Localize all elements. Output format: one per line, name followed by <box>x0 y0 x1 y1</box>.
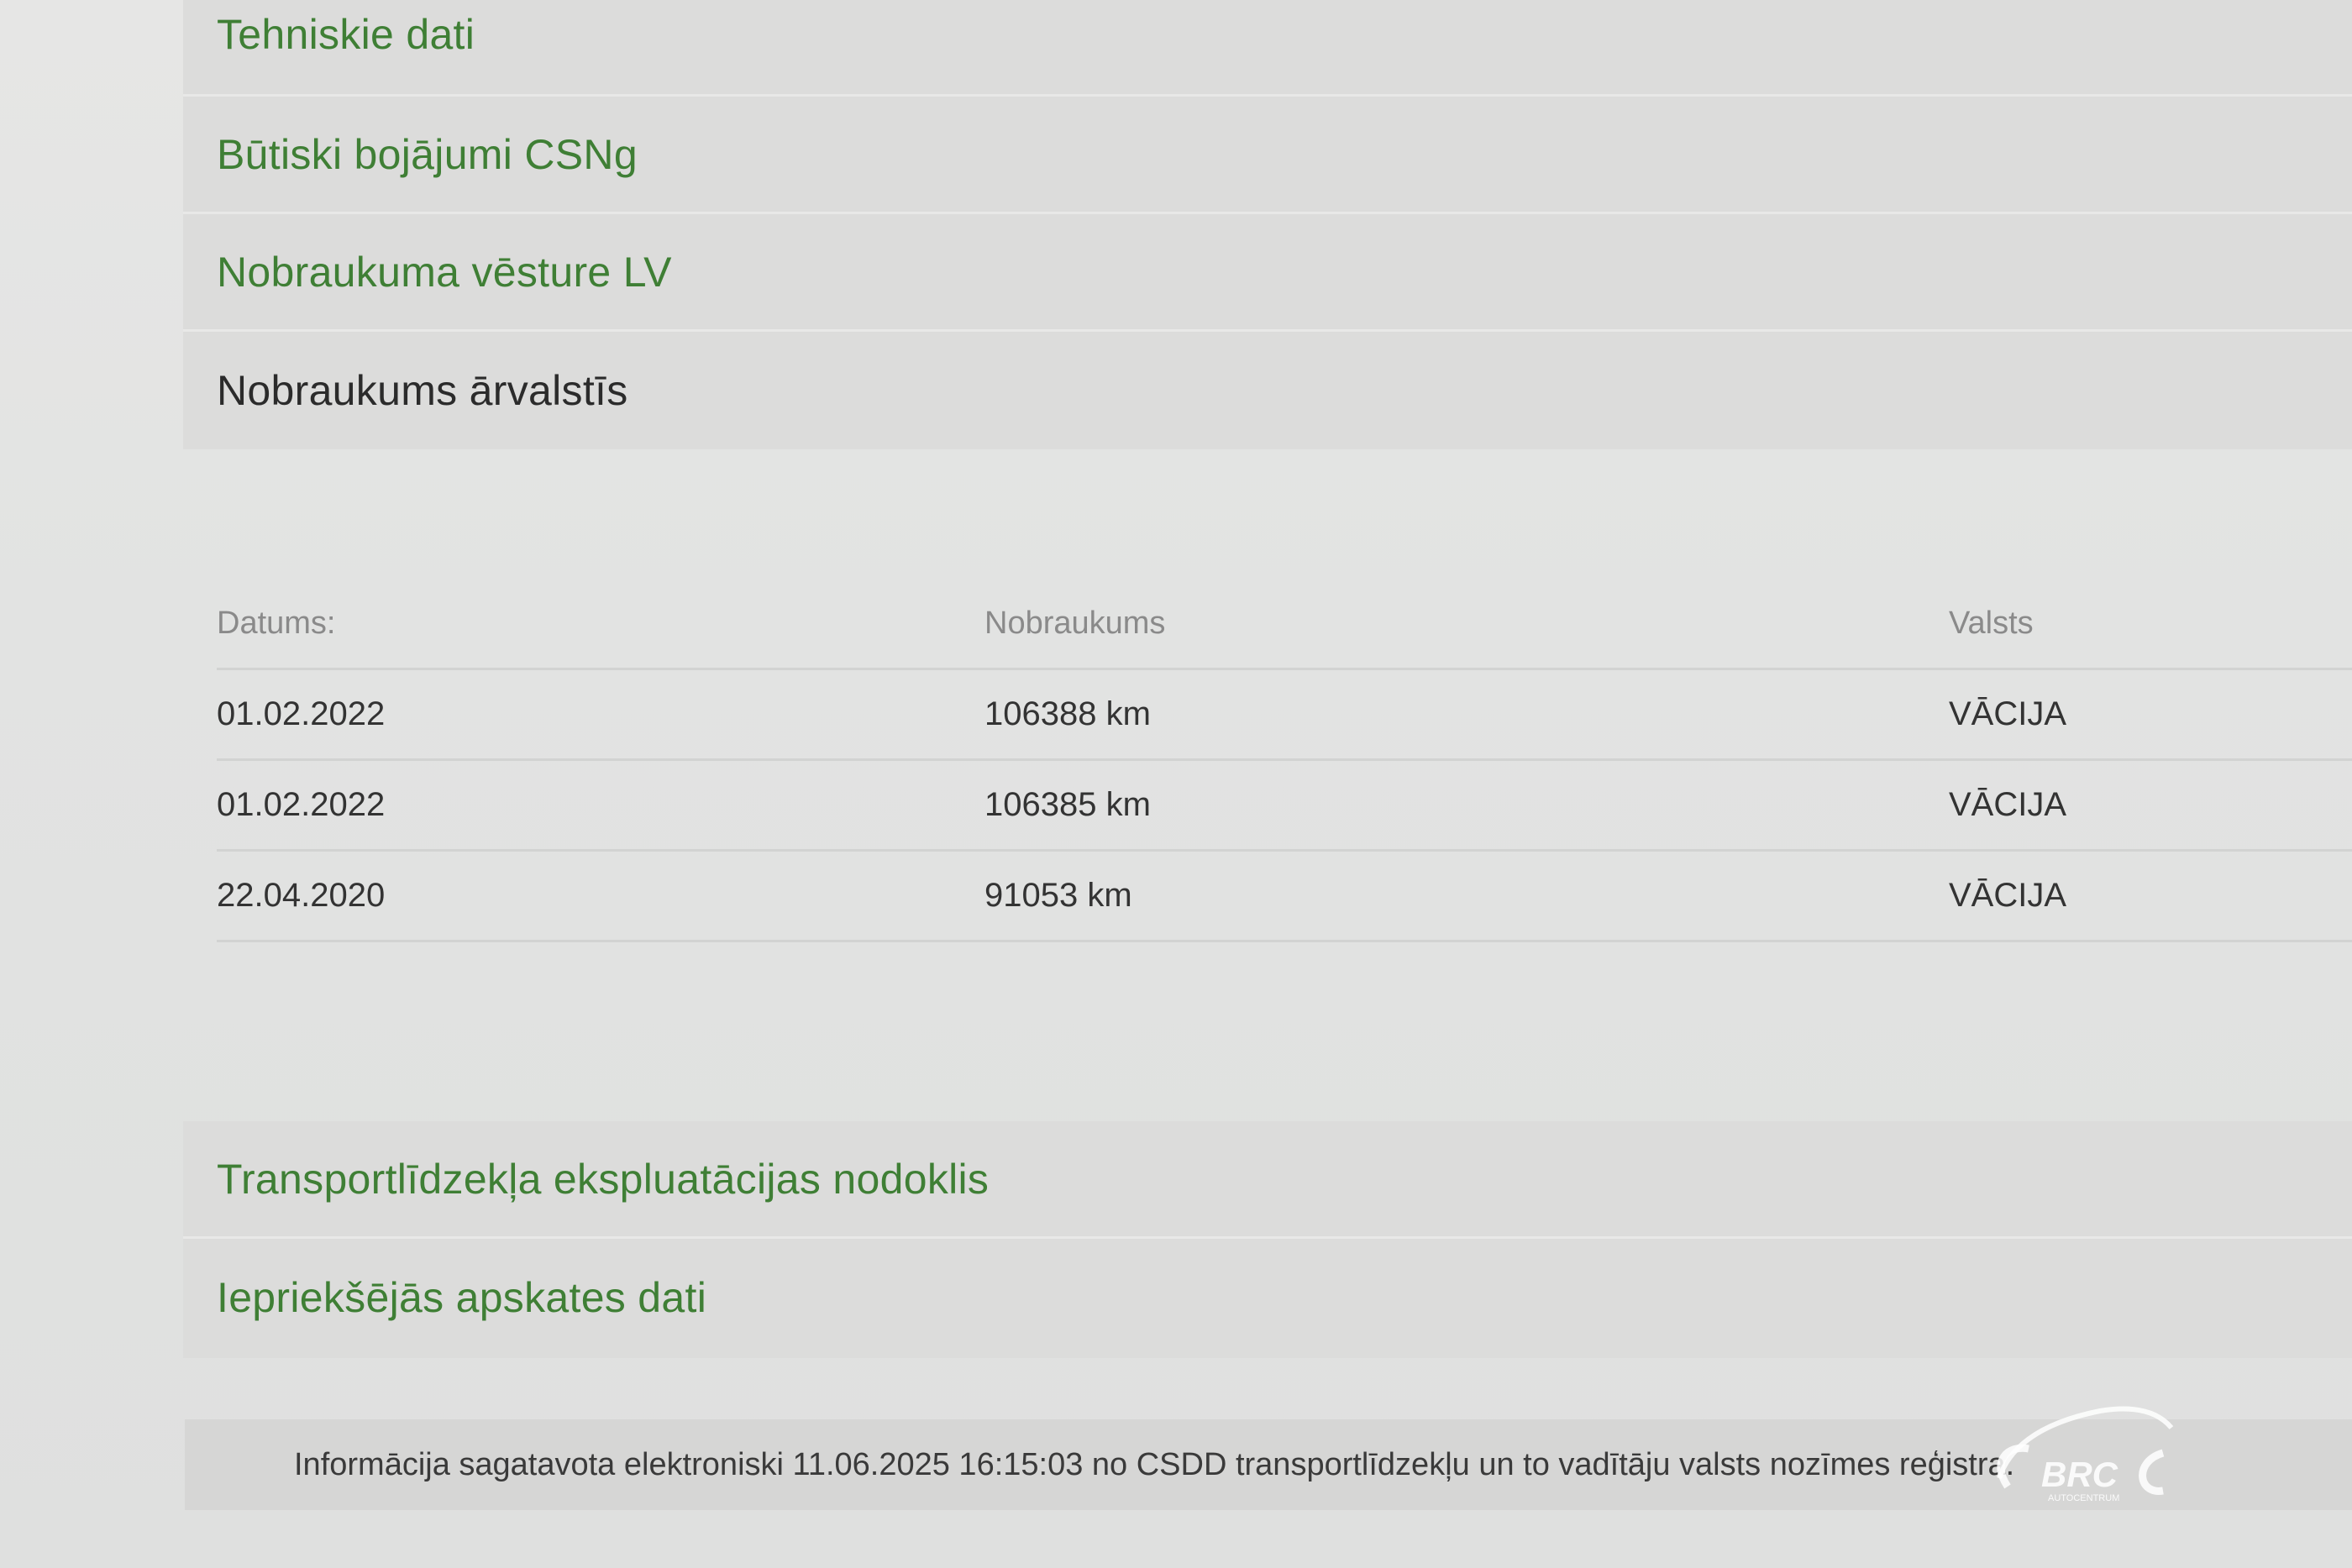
cell-country: VĀCIJA <box>1949 786 2067 823</box>
cell-mileage: 91053 km <box>984 877 1132 914</box>
accordion-item-mileage-history-lv[interactable]: Nobraukuma vēsture LV <box>183 214 2352 332</box>
accordion-bottom: Transportlīdzekļa ekspluatācijas nodokli… <box>183 1121 2352 1358</box>
header-mileage: Nobraukums <box>984 606 1166 641</box>
accordion-item-damages[interactable]: Būtiski bojājumi CSNg <box>183 97 2352 214</box>
accordion-item-label: Nobraukums ārvalstīs <box>217 367 628 414</box>
accordion-item-operation-tax[interactable]: Transportlīdzekļa ekspluatācijas nodokli… <box>183 1121 2352 1239</box>
table-header: Datums: Nobraukums Valsts <box>217 579 2352 670</box>
accordion-item-technical-data[interactable]: Tehniskie dati <box>183 0 2352 97</box>
accordion-top: Tehniskie dati Būtiski bojājumi CSNg Nob… <box>183 0 2352 449</box>
mileage-abroad-table: Datums: Nobraukums Valsts 01.02.2022 106… <box>217 579 2352 942</box>
table-row: 22.04.2020 91053 km VĀCIJA <box>217 852 2352 942</box>
cell-country: VĀCIJA <box>1949 695 2067 732</box>
brc-logo-watermark: BRC AUTOCENTRUM <box>1997 1406 2174 1503</box>
page: Tehniskie dati Būtiski bojājumi CSNg Nob… <box>0 0 2352 1568</box>
cell-date: 01.02.2022 <box>217 695 386 732</box>
footer-text: Informācija sagatavota elektroniski 11.0… <box>294 1446 2015 1482</box>
logo-sub-text: AUTOCENTRUM <box>2048 1493 2119 1503</box>
cell-date: 22.04.2020 <box>217 877 386 914</box>
accordion-item-label: Iepriekšējās apskates dati <box>217 1274 707 1321</box>
table-row: 01.02.2022 106385 km VĀCIJA <box>217 761 2352 852</box>
accordion-item-label: Transportlīdzekļa ekspluatācijas nodokli… <box>217 1155 990 1203</box>
accordion-item-label: Būtiski bojājumi CSNg <box>217 130 638 178</box>
accordion-item-mileage-abroad[interactable]: Nobraukums ārvalstīs <box>183 332 2352 449</box>
table-row: 01.02.2022 106388 km VĀCIJA <box>217 670 2352 761</box>
header-country: Valsts <box>1949 606 2034 641</box>
accordion-item-label: Nobraukuma vēsture LV <box>217 248 672 296</box>
accordion-item-previous-inspection[interactable]: Iepriekšējās apskates dati <box>183 1239 2352 1356</box>
accordion-item-label: Tehniskie dati <box>217 11 475 58</box>
header-date: Datums: <box>217 606 336 641</box>
cell-country: VĀCIJA <box>1949 877 2067 914</box>
cell-date: 01.02.2022 <box>217 786 386 823</box>
logo-brand-text: BRC <box>2041 1455 2118 1494</box>
logo-right-c <box>2139 1449 2165 1495</box>
cell-mileage: 106388 km <box>984 695 1151 732</box>
cell-mileage: 106385 km <box>984 786 1151 823</box>
